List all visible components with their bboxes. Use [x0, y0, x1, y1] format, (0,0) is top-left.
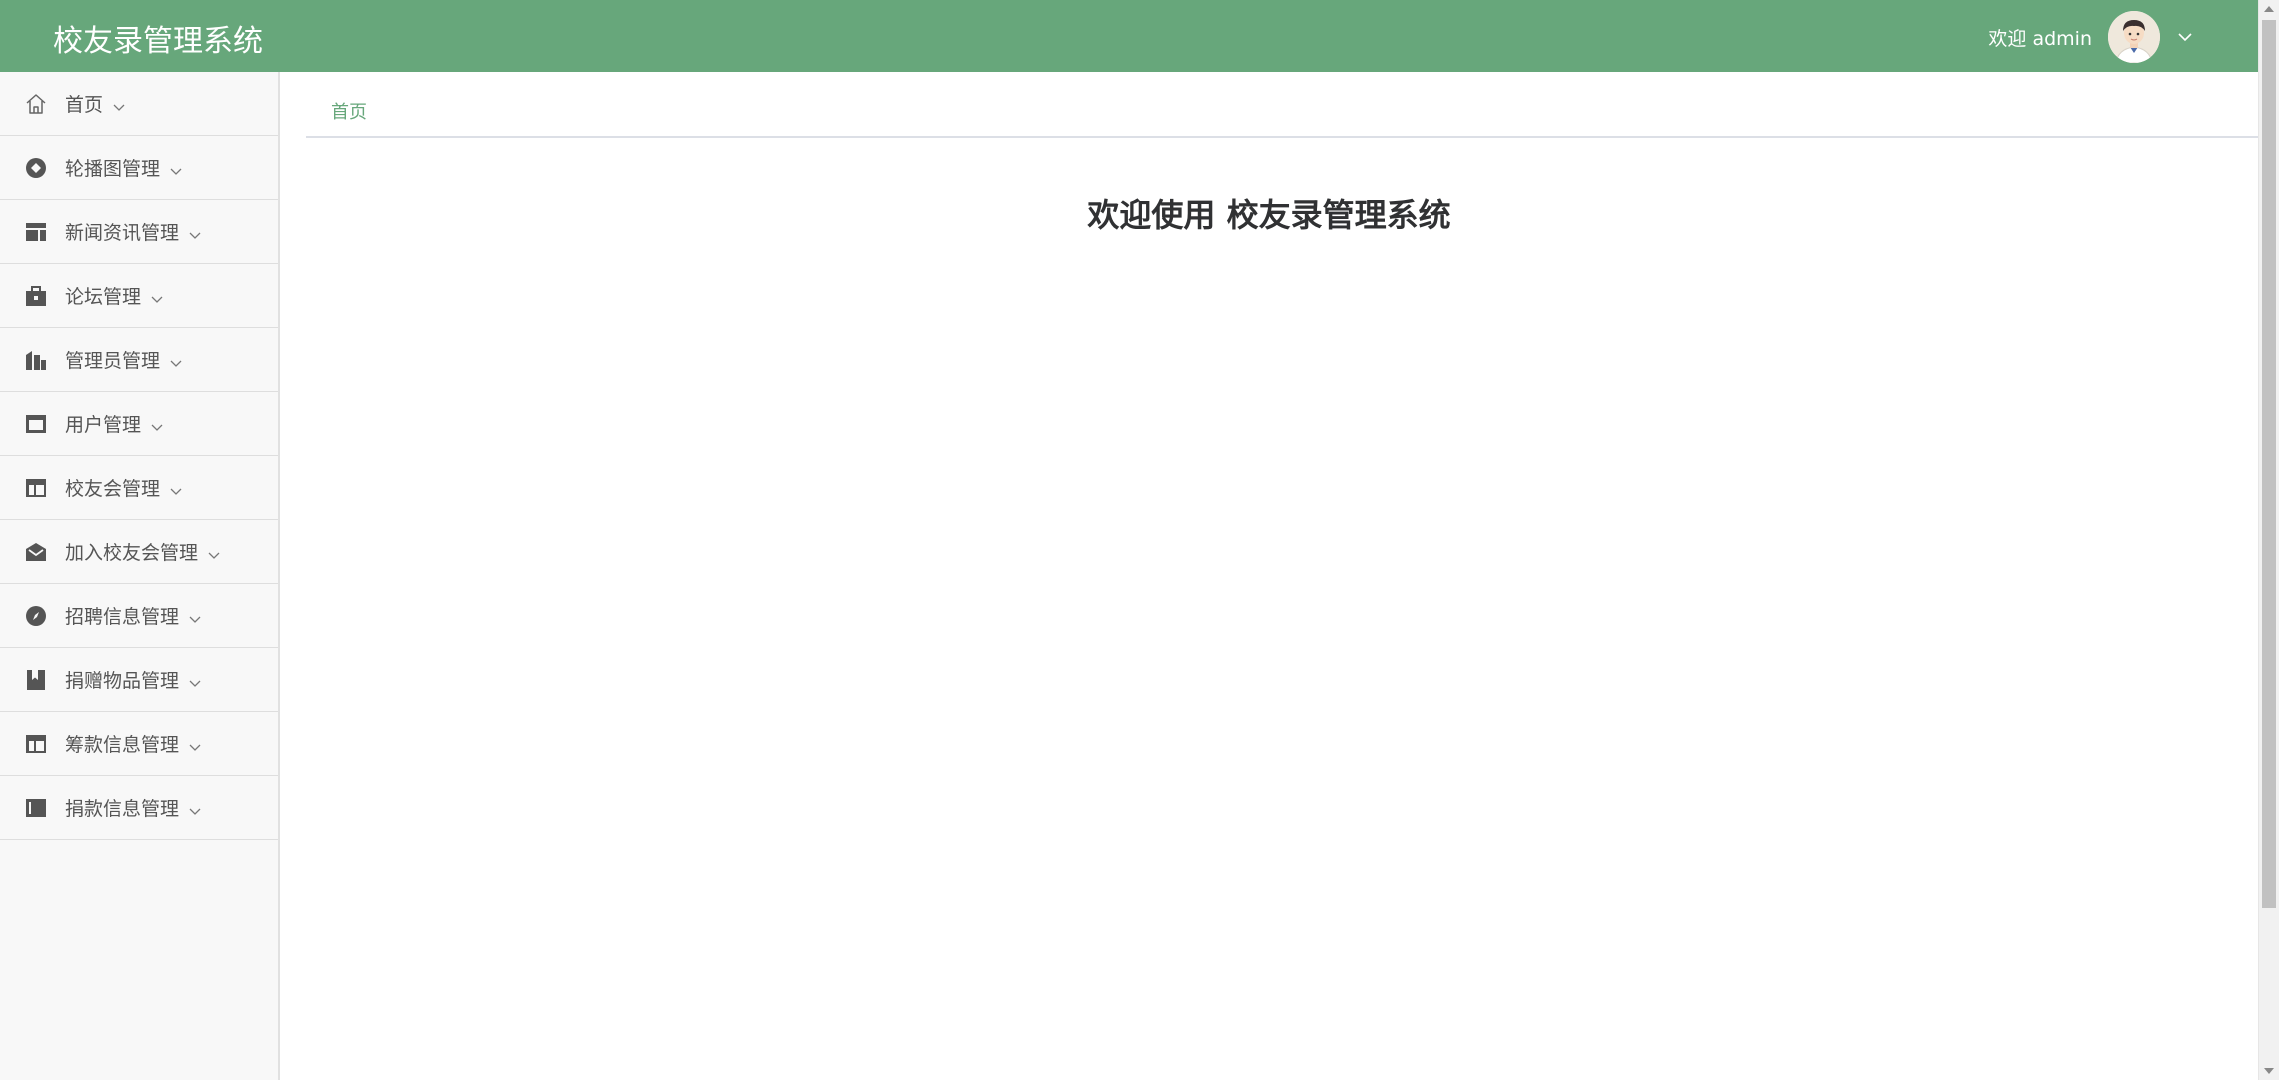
layout-icon — [24, 220, 48, 244]
sidebar-item-carousel[interactable]: 轮播图管理 — [0, 136, 278, 200]
chevron-down-icon — [189, 671, 201, 693]
sidebar-item-label: 加入校友会管理 — [65, 542, 199, 564]
window-icon — [24, 412, 48, 436]
scroll-up-arrow-icon[interactable] — [2259, 0, 2279, 18]
chevron-down-icon — [189, 223, 201, 245]
sidebar-panel-icon — [24, 796, 48, 820]
app-title: 校友录管理系统 — [53, 24, 263, 59]
chevron-down-icon — [170, 351, 182, 373]
home-icon — [24, 92, 48, 116]
chevron-down-icon — [189, 799, 201, 821]
vertical-scrollbar[interactable] — [2258, 0, 2279, 1080]
sidebar-item-users[interactable]: 用户管理 — [0, 392, 278, 456]
user-menu[interactable]: 欢迎 admin — [1988, 11, 2196, 63]
chevron-down-icon — [151, 287, 163, 309]
page-title: 欢迎使用 校友录管理系统 — [1087, 196, 1451, 234]
circle-diamond-icon — [24, 156, 48, 180]
sidebar-item-label: 用户管理 — [65, 414, 142, 436]
building-icon — [24, 348, 48, 372]
chevron-down-icon — [189, 735, 201, 757]
sidebar-item-donated-items[interactable]: 捐赠物品管理 — [0, 648, 278, 712]
sidebar-item-fundraising[interactable]: 筹款信息管理 — [0, 712, 278, 776]
chevron-down-icon — [189, 607, 201, 629]
chevron-down-icon[interactable] — [2174, 26, 2196, 48]
sidebar-item-recruitment[interactable]: 招聘信息管理 — [0, 584, 278, 648]
sidebar-item-alumni-association[interactable]: 校友会管理 — [0, 456, 278, 520]
sidebar-menu: 首页 轮播图管理 新闻资讯管理 论坛管理 管理员管理 用户管理 校友会管理 加入… — [0, 72, 280, 1080]
chevron-down-icon — [151, 415, 163, 437]
app-root: 校友录管理系统 欢迎 admin 首页 轮播图管理 新闻资讯管理 论坛管理 管理… — [0, 0, 2279, 1080]
sidebar-item-forum[interactable]: 论坛管理 — [0, 264, 278, 328]
breadcrumb-home-link[interactable]: 首页 — [331, 98, 367, 124]
chevron-down-icon — [170, 479, 182, 501]
bookmark-icon — [24, 668, 48, 692]
breadcrumb: 首页 — [306, 72, 2258, 138]
chevron-down-icon — [113, 95, 125, 117]
compass-icon — [24, 604, 48, 628]
chevron-down-icon — [208, 543, 220, 565]
top-header: 校友录管理系统 欢迎 admin — [0, 0, 2258, 72]
scrollbar-thumb[interactable] — [2262, 20, 2276, 908]
sidebar-item-label: 新闻资讯管理 — [65, 222, 180, 244]
sidebar-item-news[interactable]: 新闻资讯管理 — [0, 200, 278, 264]
table-layout-icon — [24, 732, 48, 756]
sidebar-item-label: 校友会管理 — [65, 478, 161, 500]
sidebar-item-admins[interactable]: 管理员管理 — [0, 328, 278, 392]
sidebar-item-label: 论坛管理 — [65, 286, 142, 308]
sidebar-item-label: 捐赠物品管理 — [65, 670, 180, 692]
scroll-down-arrow-icon[interactable] — [2259, 1062, 2279, 1080]
chevron-down-icon — [170, 159, 182, 181]
avatar-icon[interactable] — [2108, 11, 2160, 63]
sidebar-item-label: 招聘信息管理 — [65, 606, 180, 628]
table-layout-icon — [24, 476, 48, 500]
sidebar-item-home[interactable]: 首页 — [0, 72, 278, 136]
mail-open-icon — [24, 540, 48, 564]
sidebar-item-label: 轮播图管理 — [65, 158, 161, 180]
sidebar-item-label: 首页 — [65, 94, 104, 116]
sidebar-item-join-association[interactable]: 加入校友会管理 — [0, 520, 278, 584]
sidebar-item-label: 捐款信息管理 — [65, 798, 180, 820]
welcome-text: 欢迎 admin — [1988, 27, 2092, 50]
sidebar-item-donations[interactable]: 捐款信息管理 — [0, 776, 278, 840]
sidebar-item-label: 管理员管理 — [65, 350, 161, 372]
sidebar-item-label: 筹款信息管理 — [65, 734, 180, 756]
briefcase-icon — [24, 284, 48, 308]
